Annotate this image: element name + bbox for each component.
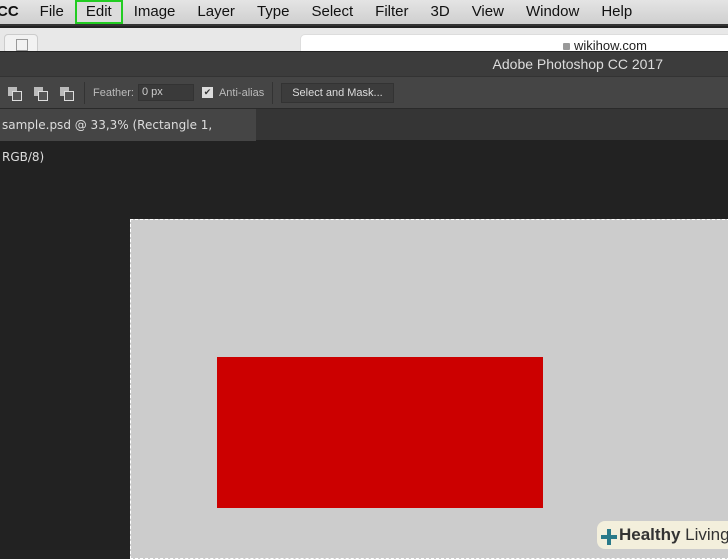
app-title-bar: Adobe Photoshop CC 2017 [0,51,728,76]
menu-app-name[interactable]: CC [0,0,29,24]
menu-edit[interactable]: Edit [74,0,123,24]
feather-label: Feather: [93,86,134,99]
document-canvas[interactable] [130,219,728,559]
menu-view[interactable]: View [461,0,515,24]
menu-type[interactable]: Type [246,0,301,24]
divider [84,81,85,104]
lock-icon [563,43,570,50]
menu-image[interactable]: Image [123,0,187,24]
menu-window[interactable]: Window [515,0,590,24]
menu-filter[interactable]: Filter [364,0,419,24]
feather-input[interactable]: 0 px [137,84,194,101]
antialias-label: Anti-alias [218,86,265,99]
menu-layer[interactable]: Layer [186,0,246,24]
watermark-rest: Living [680,525,728,544]
watermark-bold: Healthy [619,525,681,544]
menu-file[interactable]: File [29,0,75,24]
document-tab[interactable]: sample.psd @ 33,3% (Rectangle 1, RGB/8) [0,109,256,164]
selection-subtract-icon[interactable] [34,86,48,101]
menu-select[interactable]: Select [300,0,364,24]
menu-help[interactable]: Help [590,0,643,24]
selection-new-icon[interactable] [8,86,22,101]
red-rectangle-layer[interactable] [217,357,543,508]
menu-bar: CC File Edit Image Layer Type Select Fil… [0,0,728,26]
browser-toolbar: wikihow.com [0,28,728,56]
sidebar-icon [16,39,28,51]
app-title: Adobe Photoshop CC 2017 [492,56,663,72]
options-bar: Feather: 0 px ✔ Anti-alias Select and Ma… [0,76,728,108]
divider [272,81,274,104]
select-and-mask-button[interactable]: Select and Mask... [281,82,394,103]
document-tab-bar: sample.psd @ 33,3% (Rectangle 1, RGB/8) [0,108,728,164]
selection-intersect-icon[interactable] [60,86,74,101]
antialias-checkbox[interactable]: ✔ [201,87,213,98]
watermark: Healthy Living [597,521,728,549]
plus-logo-icon [601,529,617,545]
menu-3d[interactable]: 3D [420,0,461,24]
